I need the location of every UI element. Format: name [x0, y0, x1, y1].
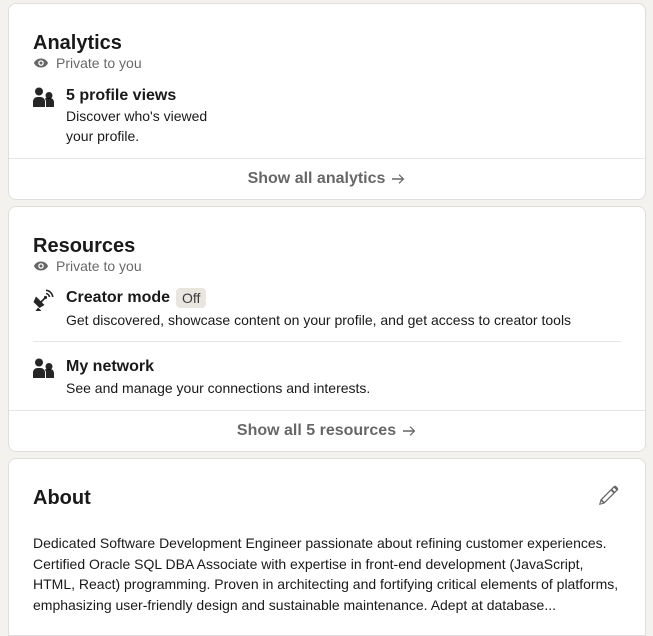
show-all-resources-label: Show all 5 resources	[236, 422, 397, 439]
arrow-right-icon	[401, 423, 417, 439]
creator-mode-item[interactable]: Creator mode Off Get discovered, showcas…	[33, 288, 621, 330]
creator-mode-title: Creator mode Off	[66, 288, 621, 308]
edit-about-button[interactable]	[595, 483, 621, 509]
eye-icon	[33, 55, 49, 71]
people-icon	[33, 357, 55, 381]
resources-title: Resources	[33, 235, 136, 257]
creator-mode-status-badge: Off	[176, 288, 207, 308]
analytics-privacy-label: Private to you	[56, 55, 142, 71]
show-all-analytics-label: Show all analytics	[247, 170, 386, 187]
show-all-resources-button[interactable]: Show all 5 resources	[9, 410, 645, 451]
creator-mode-desc: Get discovered, showcase content on your…	[66, 312, 572, 328]
show-all-analytics-button[interactable]: Show all analytics	[9, 158, 645, 199]
arrow-right-icon	[390, 171, 406, 187]
profile-views-desc-line1: Discover who's viewed	[66, 108, 208, 124]
profile-views-item[interactable]: 5 profile views Discover who's viewed yo…	[33, 86, 621, 146]
my-network-title: My network	[66, 358, 155, 375]
analytics-title: Analytics	[33, 32, 122, 54]
resources-privacy: Private to you	[33, 257, 142, 275]
broadcast-icon	[33, 288, 55, 312]
profile-views-desc-line2: your profile.	[66, 127, 140, 144]
my-network-item[interactable]: My network See and manage your connectio…	[33, 357, 621, 398]
profile-views-desc: Discover who's viewed your profile.	[66, 107, 621, 146]
pencil-icon	[596, 484, 620, 508]
profile-views-title: 5 profile views	[66, 87, 177, 104]
people-icon	[33, 86, 55, 110]
analytics-privacy: Private to you	[33, 54, 142, 72]
eye-icon	[33, 258, 49, 274]
about-title: About	[33, 487, 91, 509]
resources-privacy-label: Private to you	[56, 258, 142, 274]
my-network-desc: See and manage your connections and inte…	[66, 380, 371, 396]
resources-divider	[33, 341, 621, 342]
resources-card: Resources Private to you Creator mode Of…	[8, 206, 646, 452]
about-text: Dedicated Software Development Engineer …	[33, 535, 619, 613]
analytics-card: Analytics Private to you 5 profile views…	[8, 3, 646, 200]
creator-mode-label: Creator mode	[66, 289, 171, 306]
about-card: About Dedicated Software Development Eng…	[8, 458, 646, 636]
